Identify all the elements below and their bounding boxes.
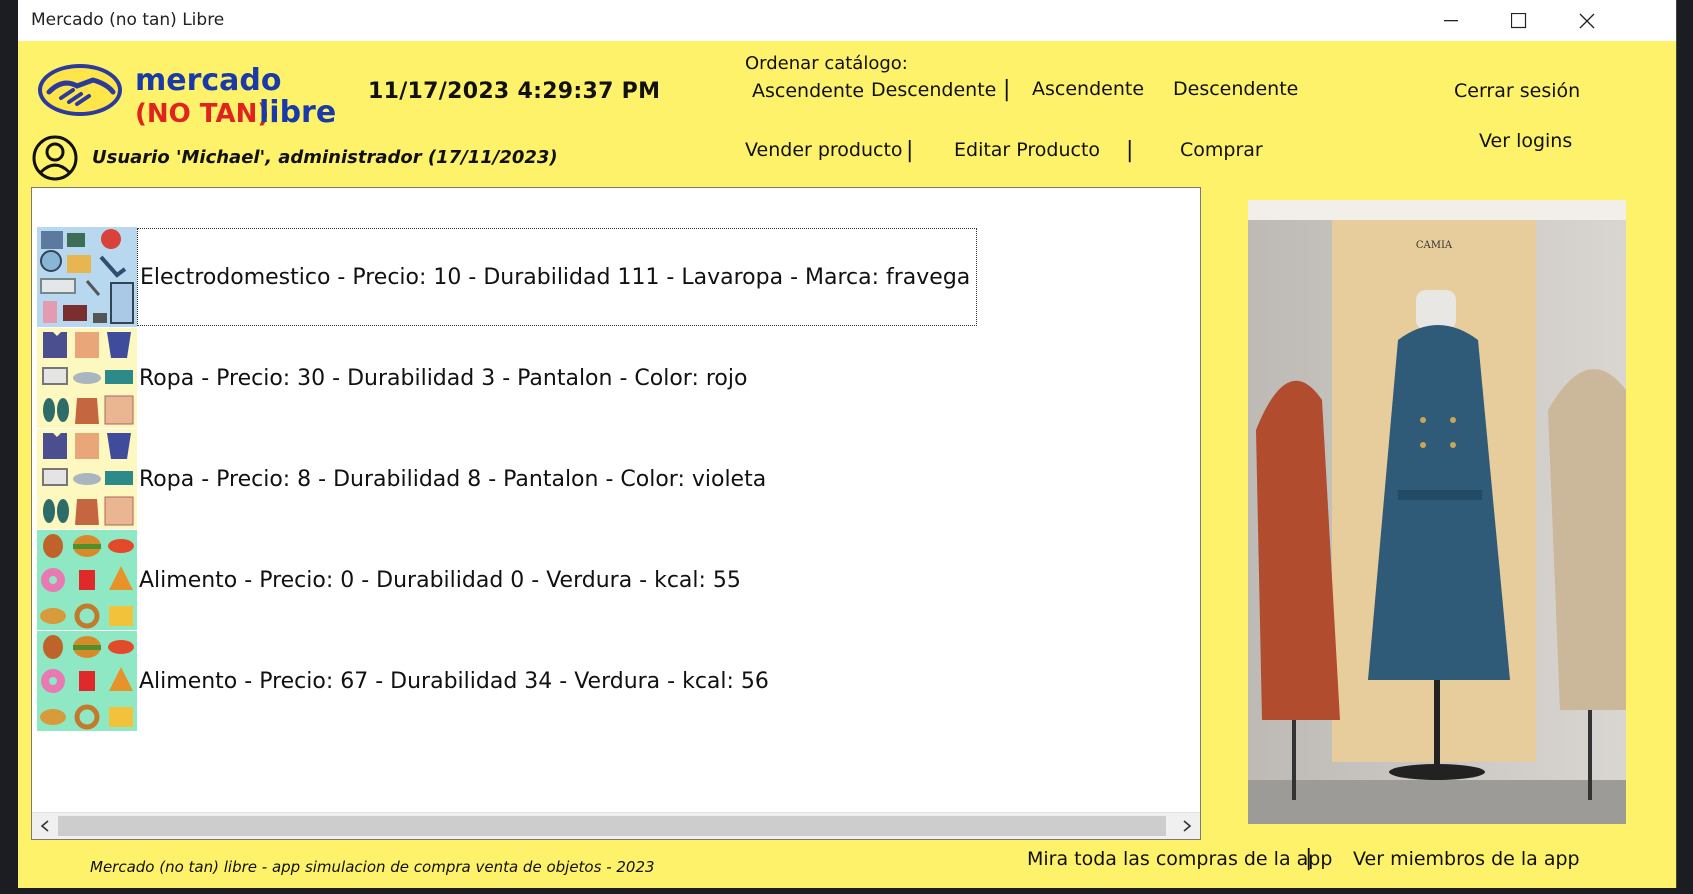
datetime-label: 11/17/2023 4:29:37 PM [368,79,661,104]
separator: | [1126,138,1134,163]
all-purchases-link[interactable]: Mira toda las compras de la app [1027,848,1332,870]
view-logins-link[interactable]: Ver logins [1479,130,1572,152]
poster-brand: CAMIA [1416,240,1453,251]
close-button[interactable] [1553,0,1621,41]
sort-durability-asc-link[interactable]: Ascendente [1032,78,1144,100]
separator: | [1305,846,1313,871]
sort-price-asc-link[interactable]: Ascendente [752,80,864,102]
maximize-button[interactable] [1485,0,1553,41]
minimize-button[interactable] [1417,0,1485,41]
clothes-icon [37,429,137,529]
mercado-libre-logo: mercado (NO TAN) libre [35,58,336,134]
svg-text:libre: libre [259,95,335,130]
list-item[interactable]: Electrodomestico - Precio: 10 - Durabili… [37,227,978,327]
maximize-icon [1511,12,1527,28]
list-item[interactable]: Ropa - Precio: 8 - Durabilidad 8 - Panta… [37,429,766,529]
chevron-right-icon [1183,820,1192,832]
horizontal-scrollbar[interactable] [32,812,1200,839]
buy-link[interactable]: Comprar [1180,139,1263,161]
scrollbar-thumb[interactable] [58,816,1166,836]
window-title: Mercado (no tan) Libre [31,10,225,30]
product-text: Ropa - Precio: 30 - Durabilidad 3 - Pant… [139,365,748,391]
view-members-link[interactable]: Ver miembros de la app [1353,848,1580,870]
list-item[interactable]: Ropa - Precio: 30 - Durabilidad 3 - Pant… [37,328,747,428]
list-item[interactable]: Alimento - Precio: 67 - Durabilidad 34 -… [37,631,769,731]
title-bar: Mercado (no tan) Libre [18,0,1676,41]
sort-label: Ordenar catálogo: [745,53,908,74]
food-icon [37,631,137,731]
footer-credit: Mercado (no tan) libre - app simulacion … [90,858,655,876]
app-window: Mercado (no tan) Libre mercado (NO TAN) … [18,0,1677,888]
sort-price-desc-link[interactable]: Descendente [871,79,996,101]
scroll-right-button[interactable] [1174,813,1200,839]
appliances-icon [37,227,137,327]
user-icon [31,134,79,186]
logout-link[interactable]: Cerrar sesión [1454,80,1580,102]
category-poster-image: CAMIA [1248,200,1626,824]
sort-durability-desc-link[interactable]: Descendente [1173,78,1298,100]
product-list[interactable]: Electrodomestico - Precio: 10 - Durabili… [31,187,1201,840]
sell-product-link[interactable]: Vender producto [745,139,903,161]
product-text: Ropa - Precio: 8 - Durabilidad 8 - Panta… [139,466,767,492]
scroll-left-button[interactable] [32,813,58,839]
svg-text:mercado: mercado [135,63,282,98]
minimize-icon [1444,19,1458,21]
separator: | [906,138,914,163]
product-text: Electrodomestico - Precio: 10 - Durabili… [137,228,978,326]
separator: | [1003,77,1011,102]
svg-text:(NO TAN): (NO TAN) [135,99,269,129]
close-icon [1579,13,1595,28]
list-item[interactable]: Alimento - Precio: 0 - Durabilidad 0 - V… [37,530,741,630]
clothes-icon [37,328,137,428]
edit-product-link[interactable]: Editar Producto [954,139,1100,161]
chevron-left-icon [40,820,49,832]
food-icon [37,530,137,630]
user-label: Usuario 'Michael', administrador (17/11/… [92,147,558,168]
product-text: Alimento - Precio: 0 - Durabilidad 0 - V… [139,567,741,593]
product-text: Alimento - Precio: 67 - Durabilidad 34 -… [139,668,769,694]
